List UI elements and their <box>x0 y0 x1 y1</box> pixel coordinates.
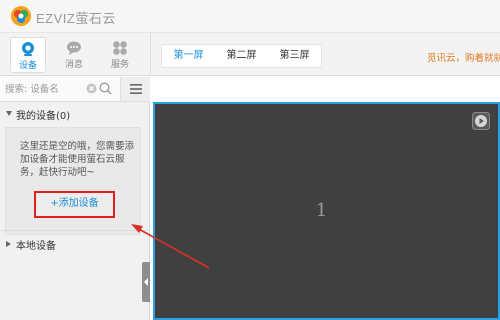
tab-screen-2[interactable]: 第二屏 <box>215 45 268 67</box>
video-pane-1[interactable]: 1 <box>153 102 500 320</box>
message-icon <box>67 41 81 55</box>
caret-right-icon <box>6 241 11 247</box>
search-icon[interactable] <box>99 82 112 95</box>
screen-tabs: 第一屏 第二屏 第三屏 <box>161 44 322 68</box>
tab-screen-3[interactable]: 第三屏 <box>268 45 321 67</box>
screen-tab-bar: 第一屏 第二屏 第三屏 觅讯云，购着就就 <box>150 33 500 76</box>
my-devices-label: 我的设备(0) <box>16 111 71 122</box>
sidebar-menu-button[interactable] <box>120 77 150 101</box>
add-device-button[interactable]: +添加设备 <box>34 191 115 218</box>
device-sidebar: 我的设备(0) 这里还是空的哦，您需要添加设备才能使用萤石云服务，赶快行动吧~ … <box>0 77 150 320</box>
nav-label-messages: 消息 <box>64 60 83 70</box>
local-devices-group[interactable]: 本地设备 <box>0 234 150 254</box>
nav-item-messages[interactable]: 消息 <box>56 37 92 73</box>
menu-icon <box>130 84 142 94</box>
caret-down-icon <box>6 111 12 116</box>
nav-label-devices: 设备 <box>18 61 37 71</box>
nav-item-devices[interactable]: 设备 <box>10 37 46 73</box>
divider <box>0 230 150 231</box>
camera-icon <box>22 42 34 56</box>
tab-screen-1[interactable]: 第一屏 <box>162 45 215 67</box>
ezviz-logo-icon <box>11 6 31 26</box>
clear-icon[interactable] <box>86 83 97 94</box>
grid-icon <box>113 41 127 55</box>
my-devices-group[interactable]: 我的设备(0) <box>0 104 150 124</box>
local-devices-label: 本地设备 <box>16 241 56 252</box>
main-nav: 设备 消息 服务 <box>0 33 150 76</box>
empty-message: 这里还是空的哦，您需要添加设备才能使用萤石云服务，赶快行动吧~ <box>20 141 135 178</box>
nav-label-services: 服务 <box>110 60 129 70</box>
promo-link[interactable]: 觅讯云，购着就就 <box>427 50 500 64</box>
search-bar <box>0 77 150 102</box>
screen-number: 1 <box>315 200 328 221</box>
search-input[interactable] <box>5 81 85 98</box>
sidebar-collapse-handle[interactable] <box>142 262 150 302</box>
nav-item-services[interactable]: 服务 <box>102 37 138 73</box>
empty-device-panel: 这里还是空的哦，您需要添加设备才能使用萤石云服务，赶快行动吧~ +添加设备 <box>5 127 141 235</box>
title-bar: EZVIZ萤石云 <box>0 0 500 33</box>
play-icon[interactable] <box>472 112 490 130</box>
collapse-arrow-icon <box>144 278 148 286</box>
app-brand: EZVIZ萤石云 <box>36 11 116 26</box>
